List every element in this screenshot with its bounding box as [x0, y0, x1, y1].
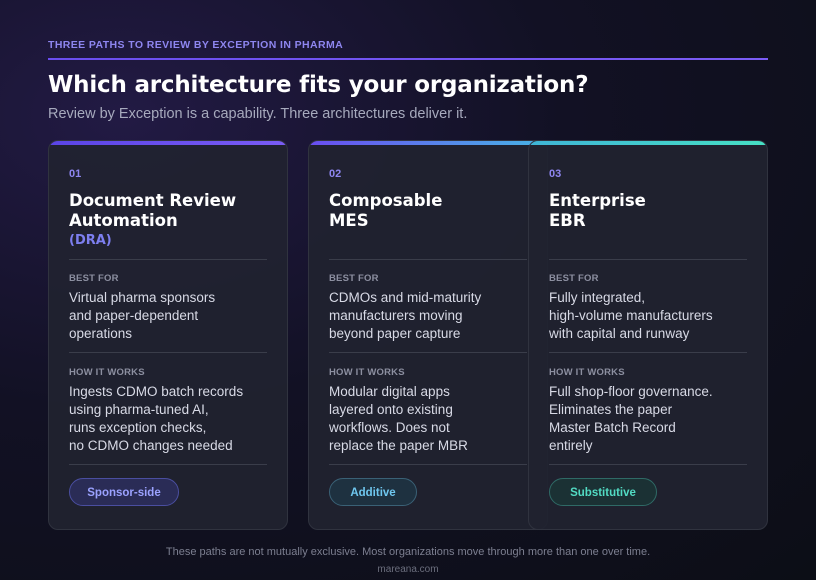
card-title-line: Automation	[69, 211, 178, 230]
card-title: Document Review Automation	[69, 191, 236, 231]
best-for-text: Virtual pharma sponsors and paper-depend…	[69, 289, 215, 343]
how-it-works-line: Modular digital apps	[329, 384, 450, 399]
best-for-line: with capital and runway	[549, 326, 690, 341]
divider	[329, 259, 527, 260]
best-for-line: high-volume manufacturers	[549, 308, 713, 323]
how-it-works-line: workflows. Does not	[329, 420, 450, 435]
card-title-line: EBR	[549, 211, 586, 230]
best-for-label: BEST FOR	[329, 273, 379, 284]
eyebrow-label: THREE PATHS TO REVIEW BY EXCEPTION IN PH…	[48, 39, 344, 51]
best-for-line: beyond paper capture	[329, 326, 461, 341]
how-it-works-line: Full shop-floor governance.	[549, 384, 713, 399]
card-document-review-automation: 01 Document Review Automation (DRA) BEST…	[48, 140, 288, 530]
tag-substitutive: Substitutive	[549, 478, 657, 506]
card-number: 01	[69, 168, 82, 180]
card-title-line: Composable	[329, 191, 443, 210]
divider	[549, 464, 747, 465]
how-it-works-line: Master Batch Record	[549, 420, 676, 435]
divider	[69, 259, 267, 260]
how-it-works-line: layered onto existing	[329, 402, 453, 417]
how-it-works-text: Modular digital apps layered onto existi…	[329, 383, 468, 455]
best-for-text: Fully integrated, high-volume manufactur…	[549, 289, 713, 343]
best-for-line: and paper-dependent	[69, 308, 199, 323]
tag-additive: Additive	[329, 478, 417, 506]
how-it-works-label: HOW IT WORKS	[549, 367, 625, 378]
divider	[549, 259, 747, 260]
footer-note: These paths are not mutually exclusive. …	[165, 546, 651, 558]
card-title-line: Document Review	[69, 191, 237, 210]
card-composable-mes: 02 Composable MES BEST FOR CDMOs and mid…	[308, 140, 548, 530]
card-title: Enterprise EBR	[549, 191, 646, 231]
how-it-works-text: Full shop-floor governance. Eliminates t…	[549, 383, 713, 455]
best-for-line: Fully integrated,	[549, 290, 646, 305]
best-for-label: BEST FOR	[549, 273, 599, 284]
card-abbreviation: (DRA)	[69, 233, 112, 248]
how-it-works-line: replace the paper MBR	[329, 438, 468, 453]
divider	[69, 352, 267, 353]
divider	[329, 352, 527, 353]
best-for-label: BEST FOR	[69, 273, 119, 284]
eyebrow-divider	[48, 58, 768, 60]
how-it-works-line: using pharma-tuned AI,	[69, 402, 209, 417]
how-it-works-line: runs exception checks,	[69, 420, 207, 435]
card-title: Composable MES	[329, 191, 442, 231]
how-it-works-text: Ingests CDMO batch records using pharma-…	[69, 383, 243, 455]
card-accent-bar	[309, 141, 547, 145]
card-enterprise-ebr: 03 Enterprise EBR BEST FOR Fully integra…	[528, 140, 768, 530]
card-accent-bar	[529, 141, 767, 145]
best-for-text: CDMOs and mid-maturity manufacturers mov…	[329, 289, 481, 343]
how-it-works-line: no CDMO changes needed	[69, 438, 233, 453]
how-it-works-label: HOW IT WORKS	[329, 367, 405, 378]
best-for-line: Virtual pharma sponsors	[69, 290, 216, 305]
divider	[549, 352, 747, 353]
card-title-line: MES	[329, 211, 369, 230]
best-for-line: operations	[69, 326, 133, 341]
tag-sponsor-side: Sponsor-side	[69, 478, 179, 506]
how-it-works-line: Eliminates the paper	[549, 402, 673, 417]
how-it-works-line: entirely	[549, 438, 593, 453]
divider	[329, 464, 527, 465]
page-title: Which architecture fits your organizatio…	[48, 72, 589, 98]
card-title-line: Enterprise	[549, 191, 646, 210]
how-it-works-line: Ingests CDMO batch records	[69, 384, 244, 399]
best-for-line: manufacturers moving	[329, 308, 463, 323]
card-number: 02	[329, 168, 342, 180]
best-for-line: CDMOs and mid-maturity	[329, 290, 482, 305]
divider	[69, 464, 267, 465]
card-accent-bar	[49, 141, 287, 145]
card-number: 03	[549, 168, 562, 180]
page-subtitle: Review by Exception is a capability. Thr…	[48, 106, 468, 122]
how-it-works-label: HOW IT WORKS	[69, 367, 145, 378]
footer-url: mareana.com	[377, 564, 439, 575]
